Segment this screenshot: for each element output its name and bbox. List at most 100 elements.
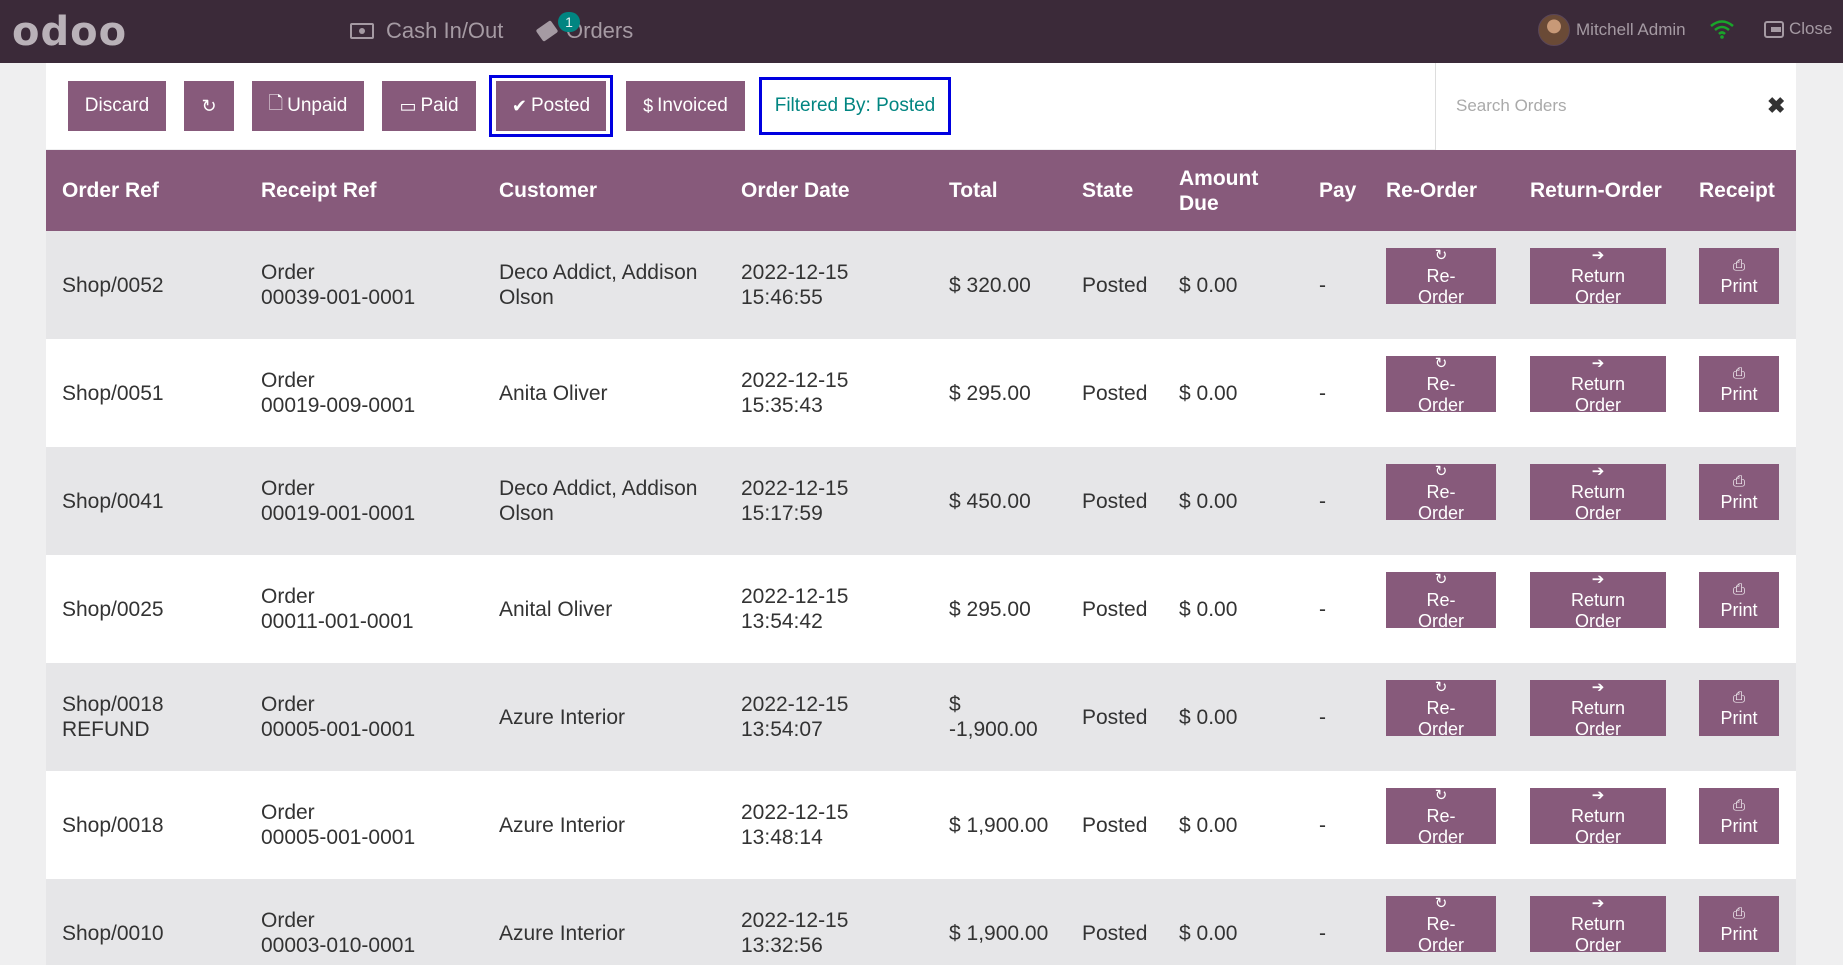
print-receipt-button[interactable]: ⎙ Print — [1699, 896, 1779, 952]
close-button[interactable]: Close — [1764, 19, 1832, 39]
discard-button[interactable]: Discard — [68, 81, 166, 131]
cell-state: Posted — [1082, 921, 1148, 945]
posted-filter-button[interactable]: ✔ Posted — [496, 81, 606, 131]
reorder-button[interactable]: ↻ Re- Order — [1386, 355, 1496, 415]
table-row[interactable]: Shop/0052 Order 00039-001-0001 Deco Addict… — [46, 231, 1796, 339]
cell-order-ref: Shop/0052 — [62, 273, 164, 297]
user-menu[interactable]: Mitchell Admin — [1538, 14, 1686, 46]
credit-card-icon: ▭ — [399, 95, 417, 116]
table-row[interactable]: Shop/0041 Order 00019-001-0001 Deco Addict… — [46, 447, 1796, 555]
cell-receipt-ref: Order 00019-009-0001 — [261, 369, 416, 417]
return-order-button-label: Return Order — [1570, 265, 1626, 307]
clear-search-icon[interactable]: ✖ — [1767, 93, 1785, 119]
reorder-button[interactable]: ↻ Re- Order — [1386, 786, 1496, 847]
return-order-button[interactable]: ➔ Return Order — [1530, 678, 1666, 739]
print-receipt-button[interactable]: ⎙ Print — [1699, 788, 1779, 844]
orders-table: Order Ref Receipt Ref Customer Order Dat… — [46, 150, 1796, 965]
cell-receipt-ref: Order 00011-001-0001 — [261, 585, 414, 633]
refresh-icon: ↻ — [201, 95, 217, 116]
return-order-button[interactable]: ➔ Return Order — [1530, 570, 1666, 631]
return-order-button[interactable]: ➔ Return Order — [1530, 247, 1666, 307]
reorder-button-label: Re- Order — [1417, 805, 1464, 847]
sign-out-icon — [1764, 20, 1784, 38]
cell-total: $ 320.00 — [949, 273, 1031, 297]
return-order-button-label: Return Order — [1570, 589, 1626, 631]
header-pay: Pay — [1319, 179, 1357, 202]
print-receipt-button-label: Print — [1720, 492, 1758, 512]
cell-amount-due: $ 0.00 — [1179, 705, 1238, 729]
orders-count-badge: 1 — [558, 12, 580, 32]
table-row[interactable]: Shop/0018 REFUND Order 00005-001-0001 Azur… — [46, 663, 1796, 771]
cell-order-ref: Shop/0010 — [62, 921, 164, 945]
print-receipt-button[interactable]: ⎙ Print — [1699, 572, 1779, 628]
return-order-button[interactable]: ➔ Return Order — [1530, 462, 1666, 523]
close-label: Close — [1789, 19, 1833, 38]
cell-order-ref: Shop/0041 — [62, 489, 164, 513]
refresh-icon: ↻ — [1434, 894, 1448, 912]
cell-amount-due: $ 0.00 — [1179, 273, 1238, 297]
sign-in-icon: ➔ — [1591, 570, 1605, 588]
cell-pay: - — [1319, 273, 1326, 297]
table-row[interactable]: Shop/0010 Order 00003-010-0001 Azure Inter… — [46, 879, 1796, 965]
cell-customer: Deco Addict, Addison Olson — [499, 477, 698, 525]
reorder-button[interactable]: ↻ Re- Order — [1386, 894, 1496, 955]
cell-amount-due: $ 0.00 — [1179, 813, 1238, 837]
cell-order-date: 2022-12-15 13:32:56 — [741, 909, 849, 957]
cash-in-out-button[interactable]: Cash In/Out — [350, 16, 503, 46]
cell-order-ref: Shop/0018 REFUND — [62, 693, 164, 741]
cell-order-date: 2022-12-15 15:46:55 — [741, 261, 849, 309]
cell-customer: Deco Addict, Addison Olson — [499, 261, 698, 309]
cash-in-out-label: Cash In/Out — [386, 18, 504, 43]
print-receipt-button-label: Print — [1720, 816, 1758, 836]
cell-total: $ -1,900.00 — [949, 693, 1038, 741]
cell-state: Posted — [1082, 813, 1148, 837]
file-icon: 🗋 — [268, 93, 284, 113]
paid-filter-button[interactable]: ▭ Paid — [382, 81, 476, 131]
table-row[interactable]: Shop/0025 Order 00011-001-0001 Anital Oliv… — [46, 555, 1796, 663]
header-reorder: Re-Order — [1386, 179, 1478, 202]
print-receipt-button-label: Print — [1720, 708, 1758, 728]
refresh-icon: ↻ — [1434, 570, 1448, 588]
print-receipt-button[interactable]: ⎙ Print — [1699, 464, 1779, 520]
sign-in-icon: ➔ — [1591, 462, 1605, 480]
return-order-button[interactable]: ➔ Return Order — [1530, 895, 1666, 955]
invoiced-filter-button[interactable]: $ Invoiced — [626, 81, 745, 131]
print-receipt-button[interactable]: ⎙ Print — [1699, 680, 1779, 736]
print-receipt-button[interactable]: ⎙ Print — [1699, 248, 1779, 304]
reorder-button[interactable]: ↻ Re- Order — [1386, 247, 1496, 307]
search-box: ✖ — [1435, 63, 1796, 150]
cell-state: Posted — [1082, 381, 1148, 405]
cell-receipt-ref: Order 00039-001-0001 — [261, 261, 416, 309]
refresh-icon: ↻ — [1434, 786, 1448, 804]
cell-order-ref: Shop/0018 — [62, 813, 164, 837]
cell-pay: - — [1319, 489, 1326, 513]
cell-order-ref: Shop/0051 — [62, 381, 164, 405]
cell-total: $ 295.00 — [949, 381, 1031, 405]
cell-order-date: 2022-12-15 15:35:43 — [741, 369, 849, 417]
unpaid-filter-button[interactable]: 🗋 Unpaid — [252, 81, 364, 131]
odoo-logo: odoo — [12, 9, 128, 55]
return-order-button[interactable]: ➔ Return Order — [1530, 787, 1666, 847]
return-order-button-label: Return Order — [1570, 373, 1626, 415]
reorder-button[interactable]: ↻ Re- Order — [1386, 679, 1496, 739]
return-order-button-label: Return Order — [1570, 805, 1626, 847]
orders-button[interactable]: 1 Orders — [535, 12, 633, 46]
posted-label: Posted — [530, 95, 591, 116]
reorder-button[interactable]: ↻ Re- Order — [1386, 463, 1496, 523]
return-order-button[interactable]: ➔ Return Order — [1530, 355, 1666, 415]
reorder-button[interactable]: ↻ Re- Order — [1386, 570, 1496, 631]
refresh-button[interactable]: ↻ — [184, 81, 234, 131]
paid-label: Paid — [420, 95, 459, 116]
cell-customer: Anita Oliver — [499, 381, 608, 405]
sign-in-icon: ➔ — [1591, 678, 1605, 696]
cell-pay: - — [1319, 381, 1326, 405]
print-receipt-button[interactable]: ⎙ Print — [1699, 356, 1779, 412]
table-row[interactable]: Shop/0051 Order 00019-009-0001 Anita Olive… — [46, 339, 1796, 447]
cell-receipt-ref: Order 00003-010-0001 — [261, 909, 416, 957]
print-receipt-button-label: Print — [1720, 384, 1758, 404]
search-input[interactable] — [1456, 92, 1736, 120]
cell-pay: - — [1319, 921, 1326, 945]
return-order-button-label: Return Order — [1570, 913, 1626, 955]
table-row[interactable]: Shop/0018 Order 00005-001-0001 Azure Inter… — [46, 771, 1796, 879]
avatar — [1538, 14, 1570, 46]
